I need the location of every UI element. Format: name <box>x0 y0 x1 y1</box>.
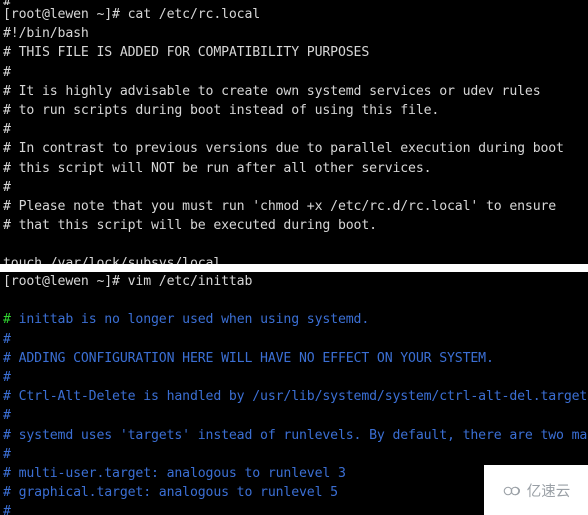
watermark: 亿速云 <box>484 465 588 515</box>
cloud-icon <box>503 486 520 495</box>
vim-comment-text: inittab is no longer used when using sys… <box>10 312 370 328</box>
vim-comment-line: # <box>3 331 11 347</box>
terminal-panel-rc-local[interactable]: # ___________________ [root@lewen ~]# ca… <box>0 0 588 264</box>
screenshot-root: # ___________________ [root@lewen ~]# ca… <box>0 0 588 515</box>
vim-comment-line: # systemd uses 'targets' instead of runl… <box>3 427 588 443</box>
terminal-output-line: # <box>3 179 11 195</box>
terminal-prompt-line: [root@lewen ~]# vim /etc/inittab <box>3 274 253 289</box>
vim-comment-line: # Ctrl-Alt-Delete is handled by /usr/lib… <box>3 389 588 405</box>
terminal-output-line: # THIS FILE IS ADDED FOR COMPATIBILITY P… <box>3 45 370 61</box>
panel-divider <box>0 264 588 272</box>
terminal-output-line: # <box>3 64 11 80</box>
vim-cursor: # <box>3 312 11 328</box>
terminal-prompt-line: [root@lewen ~]# cat /etc/rc.local <box>3 7 261 22</box>
terminal-output-line: touch /var/lock/subsys/local <box>3 256 222 264</box>
terminal-output-line: # <box>3 122 11 138</box>
terminal-output-line: # Please note that you must run 'chmod +… <box>3 198 557 214</box>
watermark-text: 亿速云 <box>526 483 571 500</box>
vim-comment-line: # ADDING CONFIGURATION HERE WILL HAVE NO… <box>3 350 494 366</box>
vim-comment-line: # <box>3 369 11 385</box>
terminal-output-line: # this script will NOT be run after all … <box>3 160 432 176</box>
terminal-output-line: # to run scripts during boot instead of … <box>3 102 440 118</box>
terminal-output-line: #!/bin/bash <box>3 26 89 42</box>
terminal-output-line: # In contrast to previous versions due t… <box>3 141 564 157</box>
vim-first-comment-line: # inittab is no longer used when using s… <box>0 310 588 329</box>
terminal-output-line: # It is highly advisable to create own s… <box>3 83 541 99</box>
vim-comment-line: # <box>3 408 11 424</box>
terminal-output-line: # that this script will be executed duri… <box>3 218 377 234</box>
vim-comment-line: # <box>3 446 11 462</box>
